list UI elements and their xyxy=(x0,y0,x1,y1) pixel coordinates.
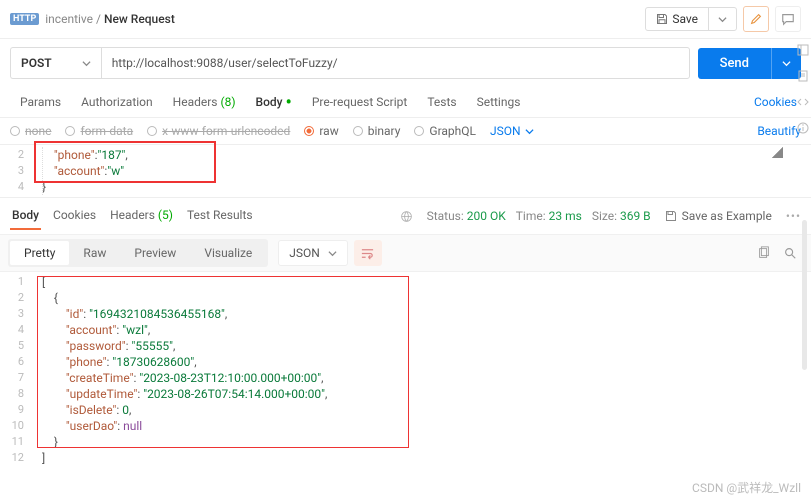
status-info: Status: 200 OK Time: 23 ms Size: 369 B xyxy=(427,209,651,223)
header-bar: HTTP incentive / New Request Save xyxy=(0,0,811,39)
code-icon[interactable] xyxy=(797,96,809,108)
tab-auth[interactable]: Authorization xyxy=(71,87,163,117)
sidebar-icon[interactable] xyxy=(797,44,809,56)
comment-icon[interactable] xyxy=(775,6,801,32)
url-input[interactable] xyxy=(101,47,690,79)
request-body-editor[interactable]: 234 "phone":"187", "account":"w"} xyxy=(0,145,811,197)
request-tabs: Params Authorization Headers (8) Body • … xyxy=(0,87,811,118)
tab-prerequest[interactable]: Pre-request Script xyxy=(302,87,417,117)
globe-icon[interactable] xyxy=(400,210,413,223)
fold-handle-icon[interactable] xyxy=(772,147,783,158)
workspace-name[interactable]: incentive xyxy=(45,12,93,26)
resp-tab-body[interactable]: Body xyxy=(10,202,41,230)
save-as-example[interactable]: Save as Example xyxy=(665,209,772,223)
search-icon[interactable] xyxy=(777,240,803,266)
tab-settings[interactable]: Settings xyxy=(467,87,531,117)
format-dropdown[interactable]: JSON xyxy=(490,124,534,138)
save-button[interactable]: Save xyxy=(645,7,737,31)
scrollbar[interactable] xyxy=(802,220,807,370)
tab-headers[interactable]: Headers (8) xyxy=(163,87,246,117)
modified-dot-icon: • xyxy=(286,92,292,113)
radio-urlencoded[interactable]: x-www-form-urlencoded xyxy=(147,124,290,138)
request-row: POST Send xyxy=(0,39,811,87)
wrap-lines-icon[interactable] xyxy=(354,240,382,266)
breadcrumb[interactable]: incentive / New Request xyxy=(45,12,175,26)
radio-none[interactable]: none xyxy=(10,124,51,138)
http-badge: HTTP xyxy=(10,13,39,25)
more-icon[interactable]: ••• xyxy=(786,209,801,223)
radio-graphql[interactable]: GraphQL xyxy=(414,124,476,138)
view-preview[interactable]: Preview xyxy=(120,241,190,265)
resp-tab-cookies[interactable]: Cookies xyxy=(51,202,98,230)
watermark: CSDN @武祥龙_Wzll xyxy=(692,479,801,496)
tab-params[interactable]: Params xyxy=(10,87,71,117)
resp-tab-headers[interactable]: Headers (5) xyxy=(108,202,175,230)
send-button[interactable]: Send xyxy=(698,48,801,79)
response-format-dropdown[interactable]: JSON xyxy=(278,240,348,266)
view-pretty[interactable]: Pretty xyxy=(10,241,69,265)
response-body-editor[interactable]: 123456789101112 [ { "id": "1694321084536… xyxy=(0,272,811,468)
resp-tab-tests[interactable]: Test Results xyxy=(185,202,255,230)
cookies-link[interactable]: Cookies xyxy=(750,87,801,117)
view-bar: Pretty Raw Preview Visualize JSON xyxy=(0,235,811,272)
copy-icon[interactable] xyxy=(751,240,777,266)
breadcrumb-sep: / xyxy=(96,12,101,26)
radio-binary[interactable]: binary xyxy=(353,124,401,138)
request-name[interactable]: New Request xyxy=(104,12,175,26)
response-bar: Body Cookies Headers (5) Test Results St… xyxy=(0,197,811,235)
radio-raw[interactable]: raw xyxy=(304,124,338,138)
radio-formdata[interactable]: form-data xyxy=(65,124,133,138)
right-rail xyxy=(795,38,811,134)
method-select[interactable]: POST xyxy=(10,47,101,79)
tab-body[interactable]: Body • xyxy=(246,87,302,117)
body-type-row: none form-data x-www-form-urlencoded raw… xyxy=(0,118,811,145)
view-visualize[interactable]: Visualize xyxy=(190,241,266,265)
view-raw[interactable]: Raw xyxy=(69,241,120,265)
edit-icon[interactable] xyxy=(743,6,769,32)
docs-icon[interactable] xyxy=(797,70,809,82)
save-dropdown[interactable] xyxy=(708,8,736,30)
tab-tests[interactable]: Tests xyxy=(417,87,466,117)
info-icon[interactable] xyxy=(797,122,809,134)
